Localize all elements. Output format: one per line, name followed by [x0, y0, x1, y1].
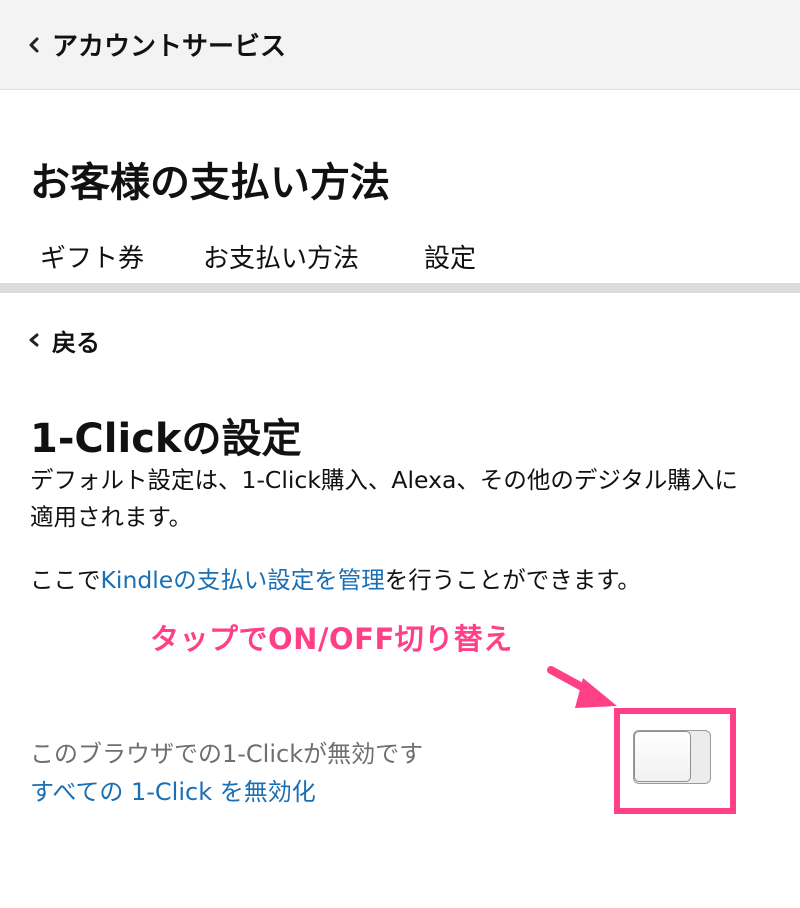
- manage-prefix: ここで: [30, 566, 101, 594]
- page: アカウントサービス お客様の支払い方法 ギフト券 お支払い方法 設定 戻る 1-…: [0, 0, 800, 908]
- back-link[interactable]: 戻る: [26, 322, 100, 358]
- arrow-icon: [547, 666, 617, 708]
- toggle-knob[interactable]: [634, 731, 691, 782]
- disable-all-one-click-link[interactable]: すべての 1-Click を無効化: [30, 772, 316, 807]
- tab-divider: [0, 283, 800, 293]
- tab-settings[interactable]: 設定: [424, 238, 476, 275]
- top-navigation-bar[interactable]: アカウントサービス: [0, 0, 800, 90]
- one-click-settings-title: 1-Clickの設定: [30, 416, 302, 462]
- one-click-status: このブラウザでの1-Clickが無効です: [30, 740, 424, 768]
- chevron-left-icon[interactable]: [26, 31, 52, 59]
- chevron-left-icon: [26, 326, 52, 354]
- kindle-payment-settings-link[interactable]: Kindleの支払い設定を管理: [101, 566, 385, 594]
- page-title: お客様の支払い方法: [30, 160, 390, 206]
- one-click-description: デフォルト設定は、1-Click購入、Alexa、その他のデジタル購入に適用され…: [30, 466, 738, 531]
- annotation-label: タップでON/OFF切り替え: [150, 622, 513, 656]
- manage-kindle-text: ここでKindleの支払い設定を管理を行うことができます。: [30, 562, 760, 599]
- tab-payment-methods[interactable]: お支払い方法: [203, 238, 359, 275]
- tab-bar: ギフト券 お支払い方法 設定: [0, 234, 800, 282]
- account-services-link[interactable]: アカウントサービス: [52, 26, 286, 63]
- back-link-label[interactable]: 戻る: [52, 323, 100, 358]
- manage-suffix: を行うことができます。: [384, 566, 641, 594]
- one-click-toggle[interactable]: [633, 730, 711, 784]
- tab-gift-card[interactable]: ギフト券: [40, 238, 144, 275]
